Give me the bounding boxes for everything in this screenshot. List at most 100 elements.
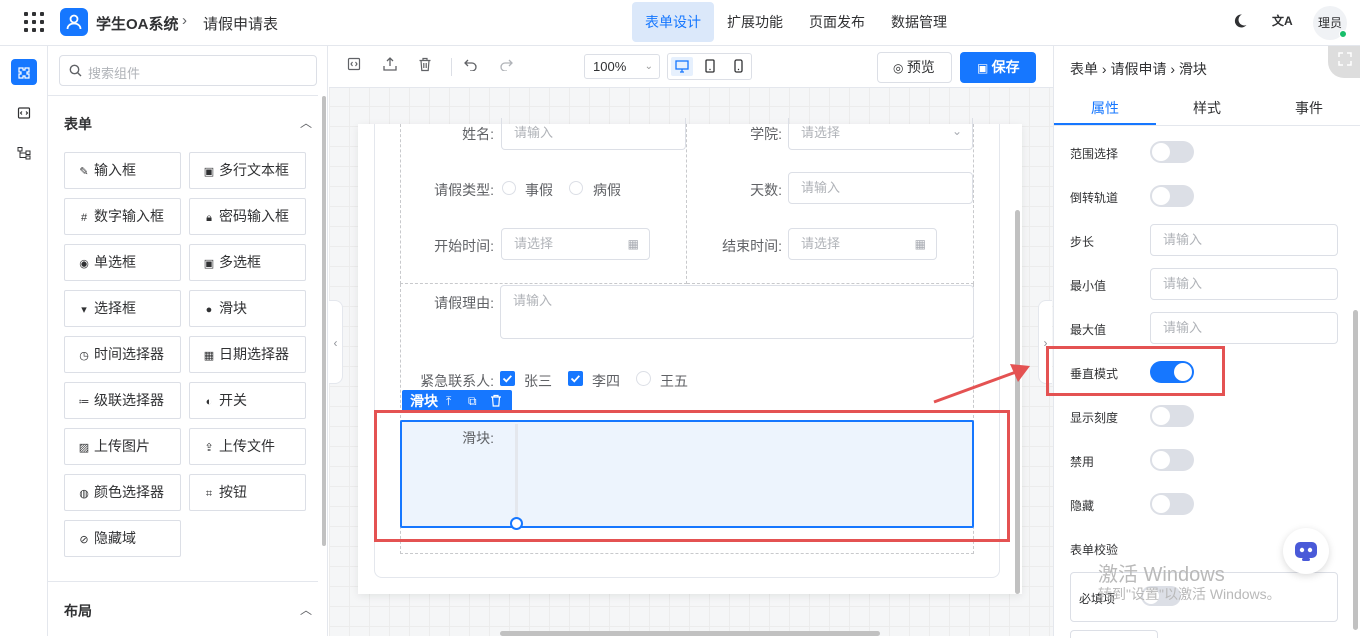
checkbox-lisi[interactable] — [568, 371, 583, 386]
component-number-input[interactable]: # 数字输入框 — [64, 198, 181, 235]
tab-attributes[interactable]: 属性 — [1054, 98, 1156, 118]
components-icon[interactable] — [11, 59, 37, 85]
component-select[interactable]: ▾ 选择框 — [64, 290, 181, 327]
mobile-icon[interactable] — [727, 57, 749, 76]
undo-icon[interactable] — [463, 57, 478, 74]
start-time-picker[interactable]: 请选择 ▦ — [501, 228, 650, 260]
palette-icon: ◍ — [79, 488, 89, 500]
component-label: 隐藏域 — [94, 530, 136, 546]
checkbox-zhangsan[interactable] — [500, 371, 515, 386]
tab-events[interactable]: 事件 — [1258, 98, 1360, 118]
dark-mode-icon[interactable] — [1232, 13, 1248, 32]
component-textarea[interactable]: ▣ 多行文本框 — [189, 152, 306, 189]
nav-extensions[interactable]: 扩展功能 — [714, 2, 796, 42]
component-date-picker[interactable]: ▦ 日期选择器 — [189, 336, 306, 373]
canvas-horizontal-scrollbar[interactable] — [500, 631, 880, 636]
delete-icon[interactable] — [418, 57, 432, 75]
fullscreen-corner-icon[interactable] — [1328, 46, 1360, 78]
nav-form-design[interactable]: 表单设计 — [632, 2, 714, 42]
image-icon: ▨ — [78, 442, 90, 454]
assistant-bot-icon[interactable] — [1283, 528, 1329, 574]
max-value-input[interactable]: 请输入 — [1150, 312, 1338, 344]
component-color-picker[interactable]: ◍ 颜色选择器 — [64, 474, 181, 511]
component-cascader[interactable]: ≔ 级联选择器 — [64, 382, 181, 419]
contact-label: 紧急联系人: — [420, 373, 494, 389]
radio-personal-leave[interactable] — [502, 181, 516, 195]
page-title: 请假申请表 — [203, 16, 279, 33]
component-input[interactable]: ✎ 输入框 — [64, 152, 181, 189]
show-ticks-switch[interactable] — [1150, 405, 1194, 427]
component-panel-scrollbar[interactable] — [322, 96, 326, 546]
selected-component-name: 滑块 — [410, 393, 438, 409]
component-time-picker[interactable]: ◷ 时间选择器 — [64, 336, 181, 373]
step-input[interactable]: 请输入 — [1150, 224, 1338, 256]
checkbox-wangwu[interactable] — [636, 371, 651, 386]
tablet-icon[interactable] — [699, 57, 721, 76]
annotation-highlight-box — [1046, 346, 1225, 396]
desktop-icon[interactable] — [671, 57, 693, 76]
component-radio[interactable]: ◉ 单选框 — [64, 244, 181, 281]
app-logo — [60, 8, 88, 36]
export-icon[interactable] — [382, 57, 398, 74]
component-password-input[interactable]: 🔒︎ 密码输入框 — [189, 198, 306, 235]
reason-label: 请假理由: — [434, 295, 494, 311]
reverse-track-switch[interactable] — [1150, 185, 1194, 207]
properties-scrollbar[interactable] — [1353, 310, 1358, 630]
code-icon[interactable] — [11, 100, 37, 126]
reason-textarea[interactable]: 请输入 — [500, 285, 974, 339]
save-button[interactable]: ▣ 保存 — [960, 52, 1036, 83]
component-label: 颜色选择器 — [94, 484, 164, 500]
code-view-icon[interactable] — [347, 57, 361, 74]
zoom-select[interactable]: 100% ⌄ — [584, 54, 660, 79]
radio-sick-leave[interactable] — [569, 181, 583, 195]
preview-label: 预览 — [906, 59, 935, 75]
personal-leave-label: 事假 — [525, 182, 553, 198]
end-time-picker[interactable]: 请选择 ▦ — [788, 228, 937, 260]
component-label: 多选框 — [219, 254, 261, 270]
component-hidden-field[interactable]: ⊘ 隐藏域 — [64, 520, 181, 557]
min-value-label: 最小值 — [1070, 279, 1107, 293]
component-label: 单选框 — [94, 254, 136, 270]
avatar[interactable]: 理员 — [1313, 6, 1347, 40]
component-checkbox[interactable]: ▣ 多选框 — [189, 244, 306, 281]
component-label: 滑块 — [219, 300, 247, 316]
collapse-form-section-icon[interactable]: ︿ — [300, 114, 312, 131]
save-label: 保存 — [991, 59, 1020, 75]
college-label: 学院: — [750, 126, 782, 142]
collapse-layout-section-icon[interactable]: ︿ — [300, 601, 312, 618]
show-ticks-label: 显示刻度 — [1070, 411, 1119, 425]
days-input[interactable]: 请输入 — [788, 172, 973, 204]
component-upload-image[interactable]: ▨ 上传图片 — [64, 428, 181, 465]
component-slider[interactable]: ● 滑块 — [189, 290, 306, 327]
left-icon-bar — [0, 46, 48, 636]
activation-watermark-subtitle: 转到"设置"以激活 Windows。 — [1098, 586, 1281, 602]
redo-icon[interactable] — [499, 57, 514, 74]
hidden-switch[interactable] — [1150, 493, 1194, 515]
college-select[interactable]: 请选择 ⌄ — [788, 118, 973, 150]
component-switch[interactable]: ◐ 开关 — [189, 382, 306, 419]
nav-publish[interactable]: 页面发布 — [796, 2, 878, 42]
component-upload-file[interactable]: ⇪ 上传文件 — [189, 428, 306, 465]
apps-grid-icon[interactable] — [24, 12, 44, 32]
chevron-down-icon: ⌄ — [644, 61, 653, 72]
tab-styles[interactable]: 样式 — [1156, 98, 1258, 118]
name-input[interactable]: 请输入 — [501, 118, 686, 150]
translate-icon[interactable]: 文A — [1272, 12, 1293, 29]
eye-icon: ◎ — [893, 61, 907, 75]
slider-icon: ● — [205, 304, 213, 316]
number-icon: # — [80, 212, 88, 224]
preview-button[interactable]: ◎ 预览 — [877, 52, 952, 83]
zoom-value: 100% — [593, 59, 627, 74]
calendar-icon: ▦ — [627, 237, 639, 251]
calendar-icon: ▦ — [203, 350, 215, 362]
tree-structure-icon[interactable] — [11, 140, 37, 166]
disabled-switch[interactable] — [1150, 449, 1194, 471]
component-button[interactable]: ⌗ 按钮 — [189, 474, 306, 511]
search-input[interactable]: 搜索组件 — [59, 55, 317, 86]
nav-data-management[interactable]: 数据管理 — [878, 2, 960, 42]
divider — [48, 581, 318, 582]
days-label: 天数: — [750, 182, 782, 198]
collapse-left-panel-icon[interactable]: ‹ — [329, 300, 343, 384]
min-value-input[interactable]: 请输入 — [1150, 268, 1338, 300]
range-select-switch[interactable] — [1150, 141, 1194, 163]
